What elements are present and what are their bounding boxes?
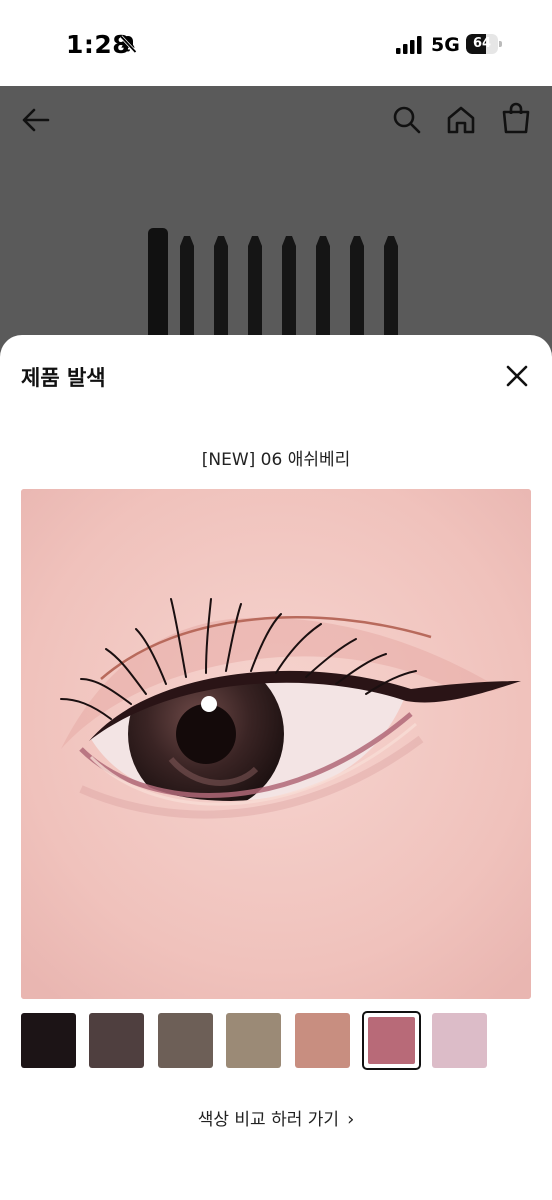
swatch-fill: [295, 1013, 350, 1068]
swatch-color-3[interactable]: [158, 1013, 213, 1068]
dimmed-product-page: [0, 86, 552, 376]
status-bar: 1:28 5G 64: [0, 0, 552, 86]
close-icon[interactable]: [500, 359, 534, 393]
bell-muted-icon: [119, 35, 137, 54]
swatch-color-6[interactable]: [362, 1011, 421, 1070]
swatch-color-7[interactable]: [432, 1013, 487, 1068]
arrow-left-icon[interactable]: [20, 104, 52, 136]
shopping-bag-icon[interactable]: [500, 102, 532, 134]
swatch-color-2[interactable]: [89, 1013, 144, 1068]
eye-swatch-image: [21, 489, 531, 999]
swatch-fill: [368, 1017, 415, 1064]
signal-icon: [396, 36, 422, 54]
swatch-color-5[interactable]: [295, 1013, 350, 1068]
swatch-fill: [158, 1013, 213, 1068]
bottom-sheet: 제품 발색 [NEW] 06 애쉬베리 색상 비교 하러 가기 ›: [0, 335, 552, 1200]
compare-colors-link[interactable]: 색상 비교 하러 가기 ›: [0, 1105, 552, 1130]
home-icon[interactable]: [445, 104, 477, 136]
network-label: 5G: [431, 34, 460, 56]
compare-colors-label: 색상 비교 하러 가기: [197, 1110, 340, 1130]
swatch-color-1[interactable]: [21, 1013, 76, 1068]
sheet-title: 제품 발색: [21, 366, 106, 390]
swatch-color-4[interactable]: [226, 1013, 281, 1068]
shade-name: [NEW] 06 애쉬베리: [201, 450, 351, 470]
swatch-fill: [89, 1013, 144, 1068]
search-icon[interactable]: [391, 104, 423, 136]
battery-indicator: 64: [466, 34, 502, 54]
battery-percent: 64: [472, 36, 492, 51]
swatch-row: [21, 1011, 541, 1070]
swatch-fill: [226, 1013, 281, 1068]
swatch-fill: [21, 1013, 76, 1068]
swatch-fill: [432, 1013, 487, 1068]
chevron-right-icon: ›: [347, 1109, 355, 1130]
